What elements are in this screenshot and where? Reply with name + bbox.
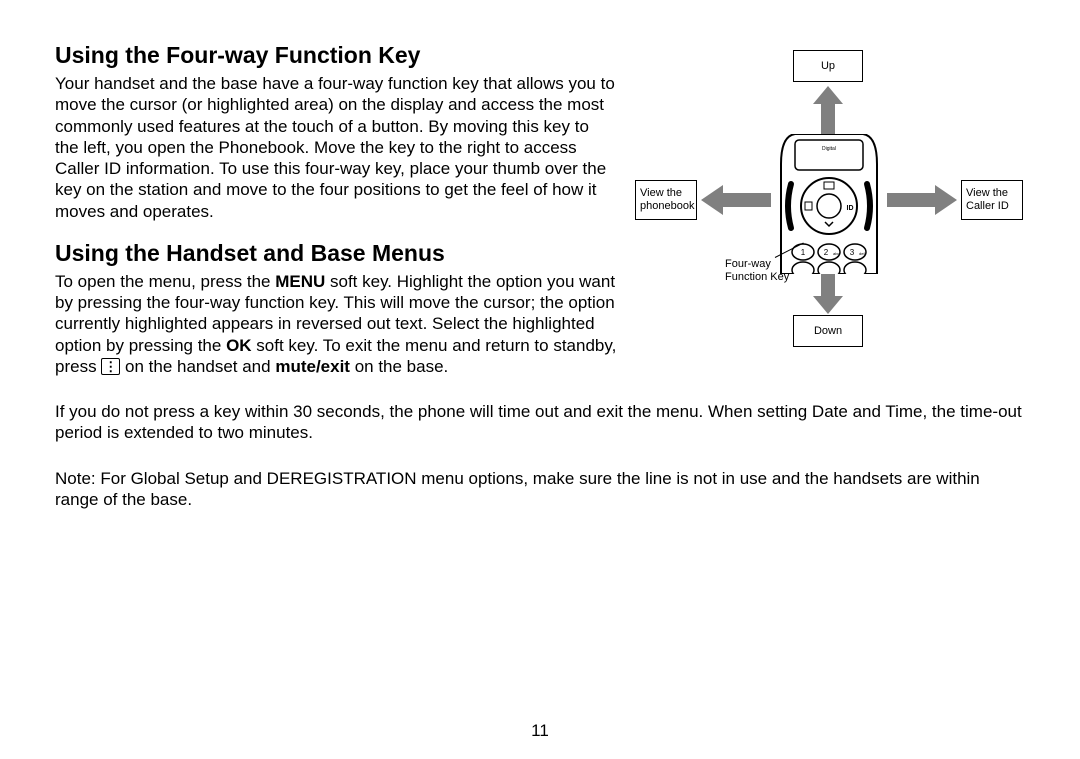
menus-seg1: To open the menu, press the: [55, 272, 275, 291]
para-menus: To open the menu, press the MENU soft ke…: [55, 271, 617, 377]
ok-label: OK: [226, 336, 252, 355]
para-fourway: Your handset and the base have a four-wa…: [55, 73, 617, 222]
svg-text:Digital: Digital: [822, 146, 836, 152]
svg-text:1: 1: [801, 248, 806, 257]
down-box: Down: [793, 315, 863, 347]
fourway-figure: Up Down View thephonebook View theCaller…: [635, 50, 1025, 350]
handset-icon: Digital ID 1 2 abc 3 def: [775, 134, 883, 274]
left-box: View thephonebook: [635, 180, 697, 220]
menus-seg4: on the handset and: [120, 357, 275, 376]
end-call-icon: ⋮: [101, 358, 120, 375]
svg-text:3: 3: [850, 248, 855, 257]
callout-fourway: Four-wayFunction Key: [725, 258, 789, 284]
menu-label: MENU: [275, 272, 325, 291]
heading-menus: Using the Handset and Base Menus: [55, 240, 617, 267]
up-box: Up: [793, 50, 863, 82]
arrow-left-icon: [701, 185, 771, 215]
right-box: View theCaller ID: [961, 180, 1023, 220]
svg-text:def: def: [859, 251, 865, 256]
arrow-right-icon: [887, 185, 957, 215]
page-number: 11: [0, 721, 1080, 741]
para-timeout: If you do not press a key within 30 seco…: [55, 401, 1025, 444]
menus-seg5: on the base.: [350, 357, 448, 376]
mute-exit-label: mute/exit: [275, 357, 350, 376]
svg-text:2: 2: [824, 248, 829, 257]
heading-fourway: Using the Four-way Function Key: [55, 42, 617, 69]
arrow-up-icon: [813, 86, 843, 136]
svg-text:ID: ID: [847, 205, 854, 212]
svg-text:abc: abc: [833, 251, 839, 256]
para-note: Note: For Global Setup and DEREGISTRATIO…: [55, 468, 1025, 511]
